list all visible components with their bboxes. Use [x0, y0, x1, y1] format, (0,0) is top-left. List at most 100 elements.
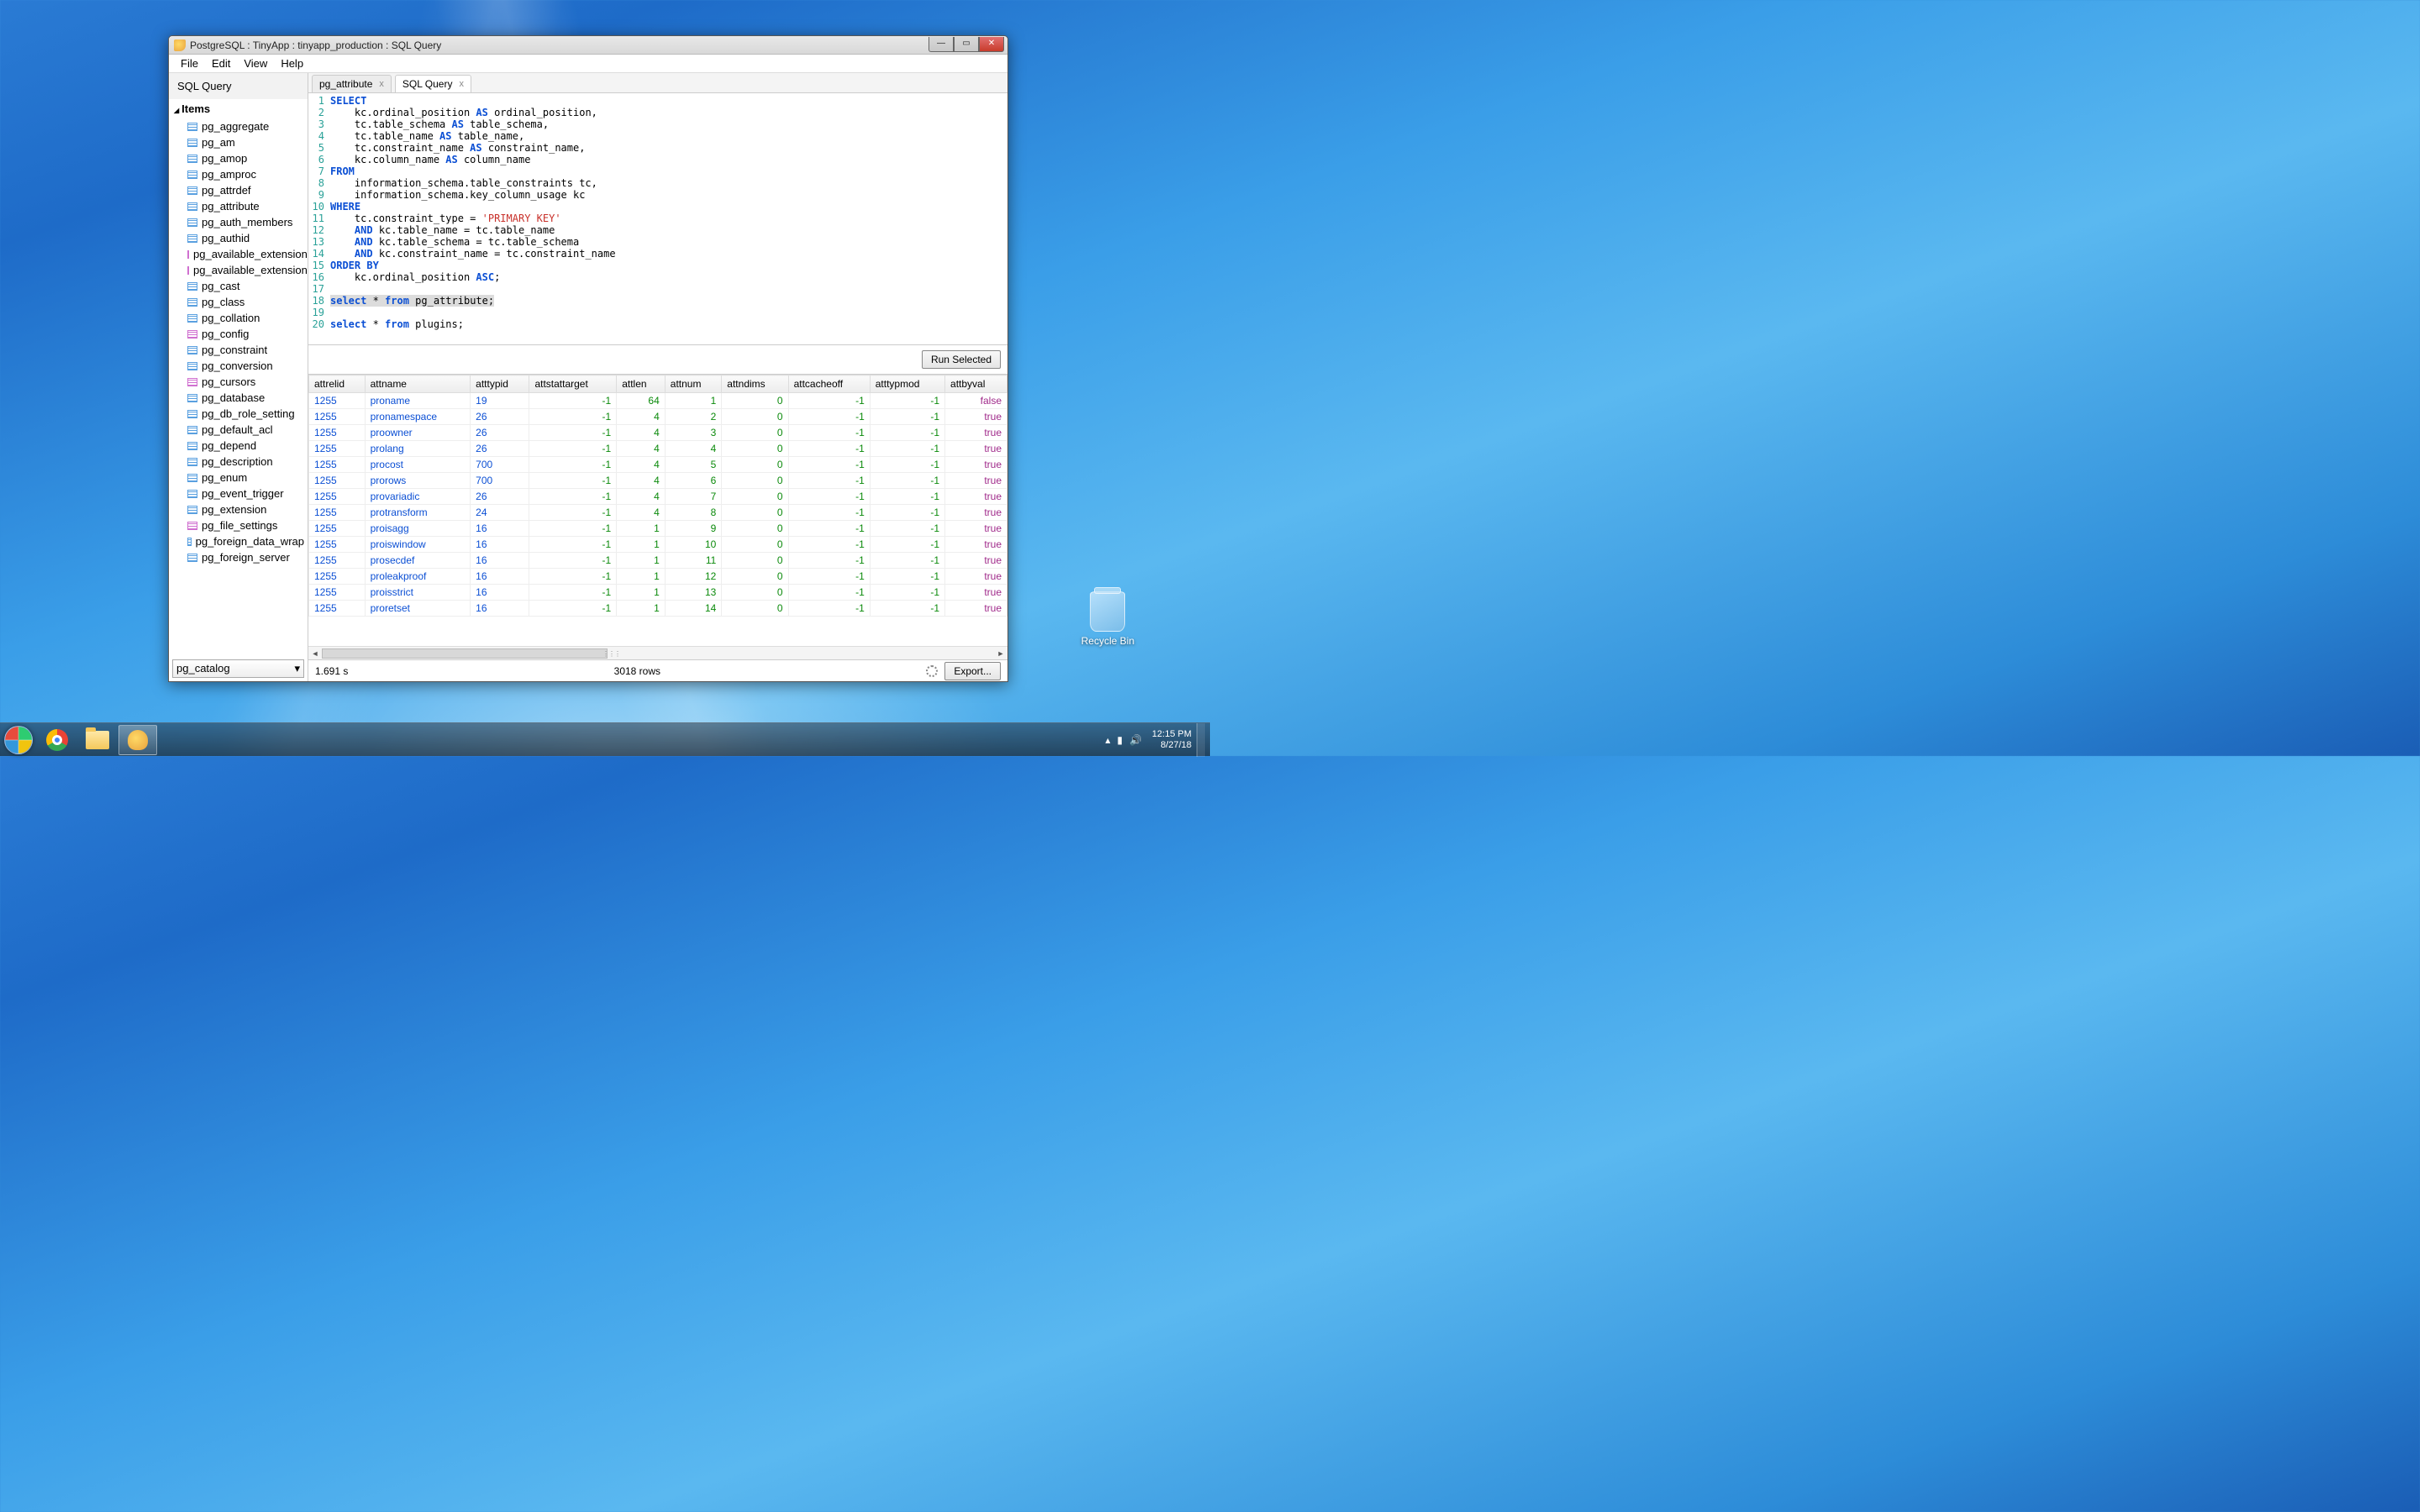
tree-item[interactable]: pg_am	[169, 134, 308, 150]
tab-label: pg_attribute	[319, 78, 372, 90]
column-header[interactable]: atttypmod	[870, 375, 944, 393]
export-button[interactable]: Export...	[944, 662, 1001, 680]
tree-item[interactable]: pg_config	[169, 326, 308, 342]
close-icon[interactable]: x	[379, 79, 384, 89]
recycle-bin[interactable]: Recycle Bin	[1081, 591, 1134, 647]
run-selected-button[interactable]: Run Selected	[922, 350, 1001, 369]
scroll-right-arrow[interactable]: ►	[994, 647, 1007, 660]
sidebar: SQL Query Items pg_aggregatepg_ampg_amop…	[169, 73, 308, 681]
table-row[interactable]: 1255provariadic26-1470-1-1true	[309, 489, 1007, 505]
menu-help[interactable]: Help	[274, 55, 310, 72]
tree-item[interactable]: pg_attrdef	[169, 182, 308, 198]
taskbar-chrome[interactable]	[38, 725, 76, 755]
table-row[interactable]: 1255pronamespace26-1420-1-1true	[309, 409, 1007, 425]
column-header[interactable]: attlen	[617, 375, 666, 393]
table-row[interactable]: 1255prorows700-1460-1-1true	[309, 473, 1007, 489]
show-desktop-button[interactable]	[1197, 723, 1205, 757]
column-header[interactable]: atttypid	[471, 375, 529, 393]
menu-view[interactable]: View	[237, 55, 274, 72]
tree-item[interactable]: pg_cast	[169, 278, 308, 294]
table-row[interactable]: 1255proleakproof16-11120-1-1true	[309, 569, 1007, 585]
column-header[interactable]: attbyval	[945, 375, 1007, 393]
tree-item[interactable]: pg_default_acl	[169, 422, 308, 438]
tree-item-label: pg_cursors	[202, 375, 255, 388]
scroll-left-arrow[interactable]: ◄	[308, 647, 322, 660]
tree-item-label: pg_description	[202, 455, 273, 468]
table-row[interactable]: 1255proname19-16410-1-1false	[309, 393, 1007, 409]
menu-edit[interactable]: Edit	[205, 55, 237, 72]
sql-editor[interactable]: 1234567891011121314151617181920 SELECT k…	[308, 93, 1007, 345]
tree-item[interactable]: pg_class	[169, 294, 308, 310]
titlebar[interactable]: PostgreSQL : TinyApp : tinyapp_productio…	[169, 36, 1007, 55]
scroll-thumb[interactable]	[322, 648, 608, 659]
table-row[interactable]: 1255proisstrict16-11130-1-1true	[309, 585, 1007, 601]
column-header[interactable]: attndims	[722, 375, 788, 393]
tree-item[interactable]: pg_constraint	[169, 342, 308, 358]
action-center-icon[interactable]: ▮	[1117, 734, 1123, 746]
tree-item[interactable]: pg_extension	[169, 501, 308, 517]
tree-item[interactable]: pg_foreign_server	[169, 549, 308, 565]
tree-item[interactable]: pg_available_extension	[169, 262, 308, 278]
tree-item[interactable]: pg_attribute	[169, 198, 308, 214]
column-header[interactable]: attnum	[665, 375, 722, 393]
spinner-icon	[926, 665, 938, 677]
table-icon	[187, 234, 197, 243]
tree-item[interactable]: pg_amop	[169, 150, 308, 166]
table-row[interactable]: 1255protransform24-1480-1-1true	[309, 505, 1007, 521]
tree-item[interactable]: pg_authid	[169, 230, 308, 246]
tray-expand-icon[interactable]: ▴	[1105, 734, 1110, 746]
tree-item[interactable]: pg_conversion	[169, 358, 308, 374]
table-row[interactable]: 1255prosecdef16-11110-1-1true	[309, 553, 1007, 569]
table-row[interactable]: 1255proretset16-11140-1-1true	[309, 601, 1007, 617]
tab[interactable]: pg_attribute x	[312, 75, 392, 92]
tree-item[interactable]: pg_aggregate	[169, 118, 308, 134]
tree-item[interactable]: pg_amproc	[169, 166, 308, 182]
minimize-button[interactable]: —	[929, 37, 954, 52]
tree-item[interactable]: pg_collation	[169, 310, 308, 326]
table-row[interactable]: 1255prolang26-1440-1-1true	[309, 441, 1007, 457]
close-icon[interactable]: x	[459, 79, 464, 89]
taskbar-explorer[interactable]	[78, 725, 117, 755]
sidebar-title: SQL Query	[169, 73, 308, 99]
tree-item[interactable]: pg_foreign_data_wrap	[169, 533, 308, 549]
code-area[interactable]: SELECT kc.ordinal_position AS ordinal_po…	[327, 93, 1007, 344]
tree-item[interactable]: pg_cursors	[169, 374, 308, 390]
tab[interactable]: SQL Queryx	[395, 75, 471, 92]
table-row[interactable]: 1255proowner26-1430-1-1true	[309, 425, 1007, 441]
column-header[interactable]: attstattarget	[529, 375, 617, 393]
table-row[interactable]: 1255proisagg16-1190-1-1true	[309, 521, 1007, 537]
horizontal-scrollbar[interactable]: ◄ ⋮⋮⋮ ►	[308, 646, 1007, 659]
tree-item[interactable]: pg_database	[169, 390, 308, 406]
postgresql-icon	[128, 730, 148, 750]
column-header[interactable]: attrelid	[309, 375, 366, 393]
volume-icon[interactable]: 🔊	[1129, 734, 1142, 746]
schema-dropdown[interactable]: pg_catalog ▾	[172, 659, 304, 678]
close-button[interactable]: ✕	[979, 37, 1004, 52]
table-icon	[187, 123, 197, 131]
table-icon	[187, 282, 197, 291]
column-header[interactable]: attcacheoff	[788, 375, 870, 393]
results-grid[interactable]: attrelidattnameatttypidattstattargetattl…	[308, 375, 1007, 646]
tree-item[interactable]: pg_auth_members	[169, 214, 308, 230]
items-header[interactable]: Items	[169, 99, 308, 118]
tree-item[interactable]: pg_file_settings	[169, 517, 308, 533]
tree-item[interactable]: pg_enum	[169, 470, 308, 486]
chevron-down-icon: ▾	[294, 662, 300, 675]
table-row[interactable]: 1255procost700-1450-1-1true	[309, 457, 1007, 473]
object-tree[interactable]: pg_aggregatepg_ampg_amoppg_amprocpg_attr…	[169, 118, 308, 656]
start-button[interactable]	[0, 723, 37, 757]
table-row[interactable]: 1255proiswindow16-11100-1-1true	[309, 537, 1007, 553]
folder-icon	[86, 731, 109, 749]
tree-item[interactable]: pg_event_trigger	[169, 486, 308, 501]
tree-item[interactable]: pg_depend	[169, 438, 308, 454]
taskbar-postgresql[interactable]	[118, 725, 157, 755]
menu-file[interactable]: File	[174, 55, 205, 72]
maximize-button[interactable]: ▭	[954, 37, 979, 52]
column-header[interactable]: attname	[365, 375, 471, 393]
status-bar: 1.691 s 3018 rows Export...	[308, 659, 1007, 681]
tree-item[interactable]: pg_description	[169, 454, 308, 470]
table-icon	[187, 202, 197, 211]
clock[interactable]: 12:15 PM 8/27/18	[1152, 729, 1192, 751]
tree-item[interactable]: pg_db_role_setting	[169, 406, 308, 422]
tree-item[interactable]: pg_available_extension	[169, 246, 308, 262]
